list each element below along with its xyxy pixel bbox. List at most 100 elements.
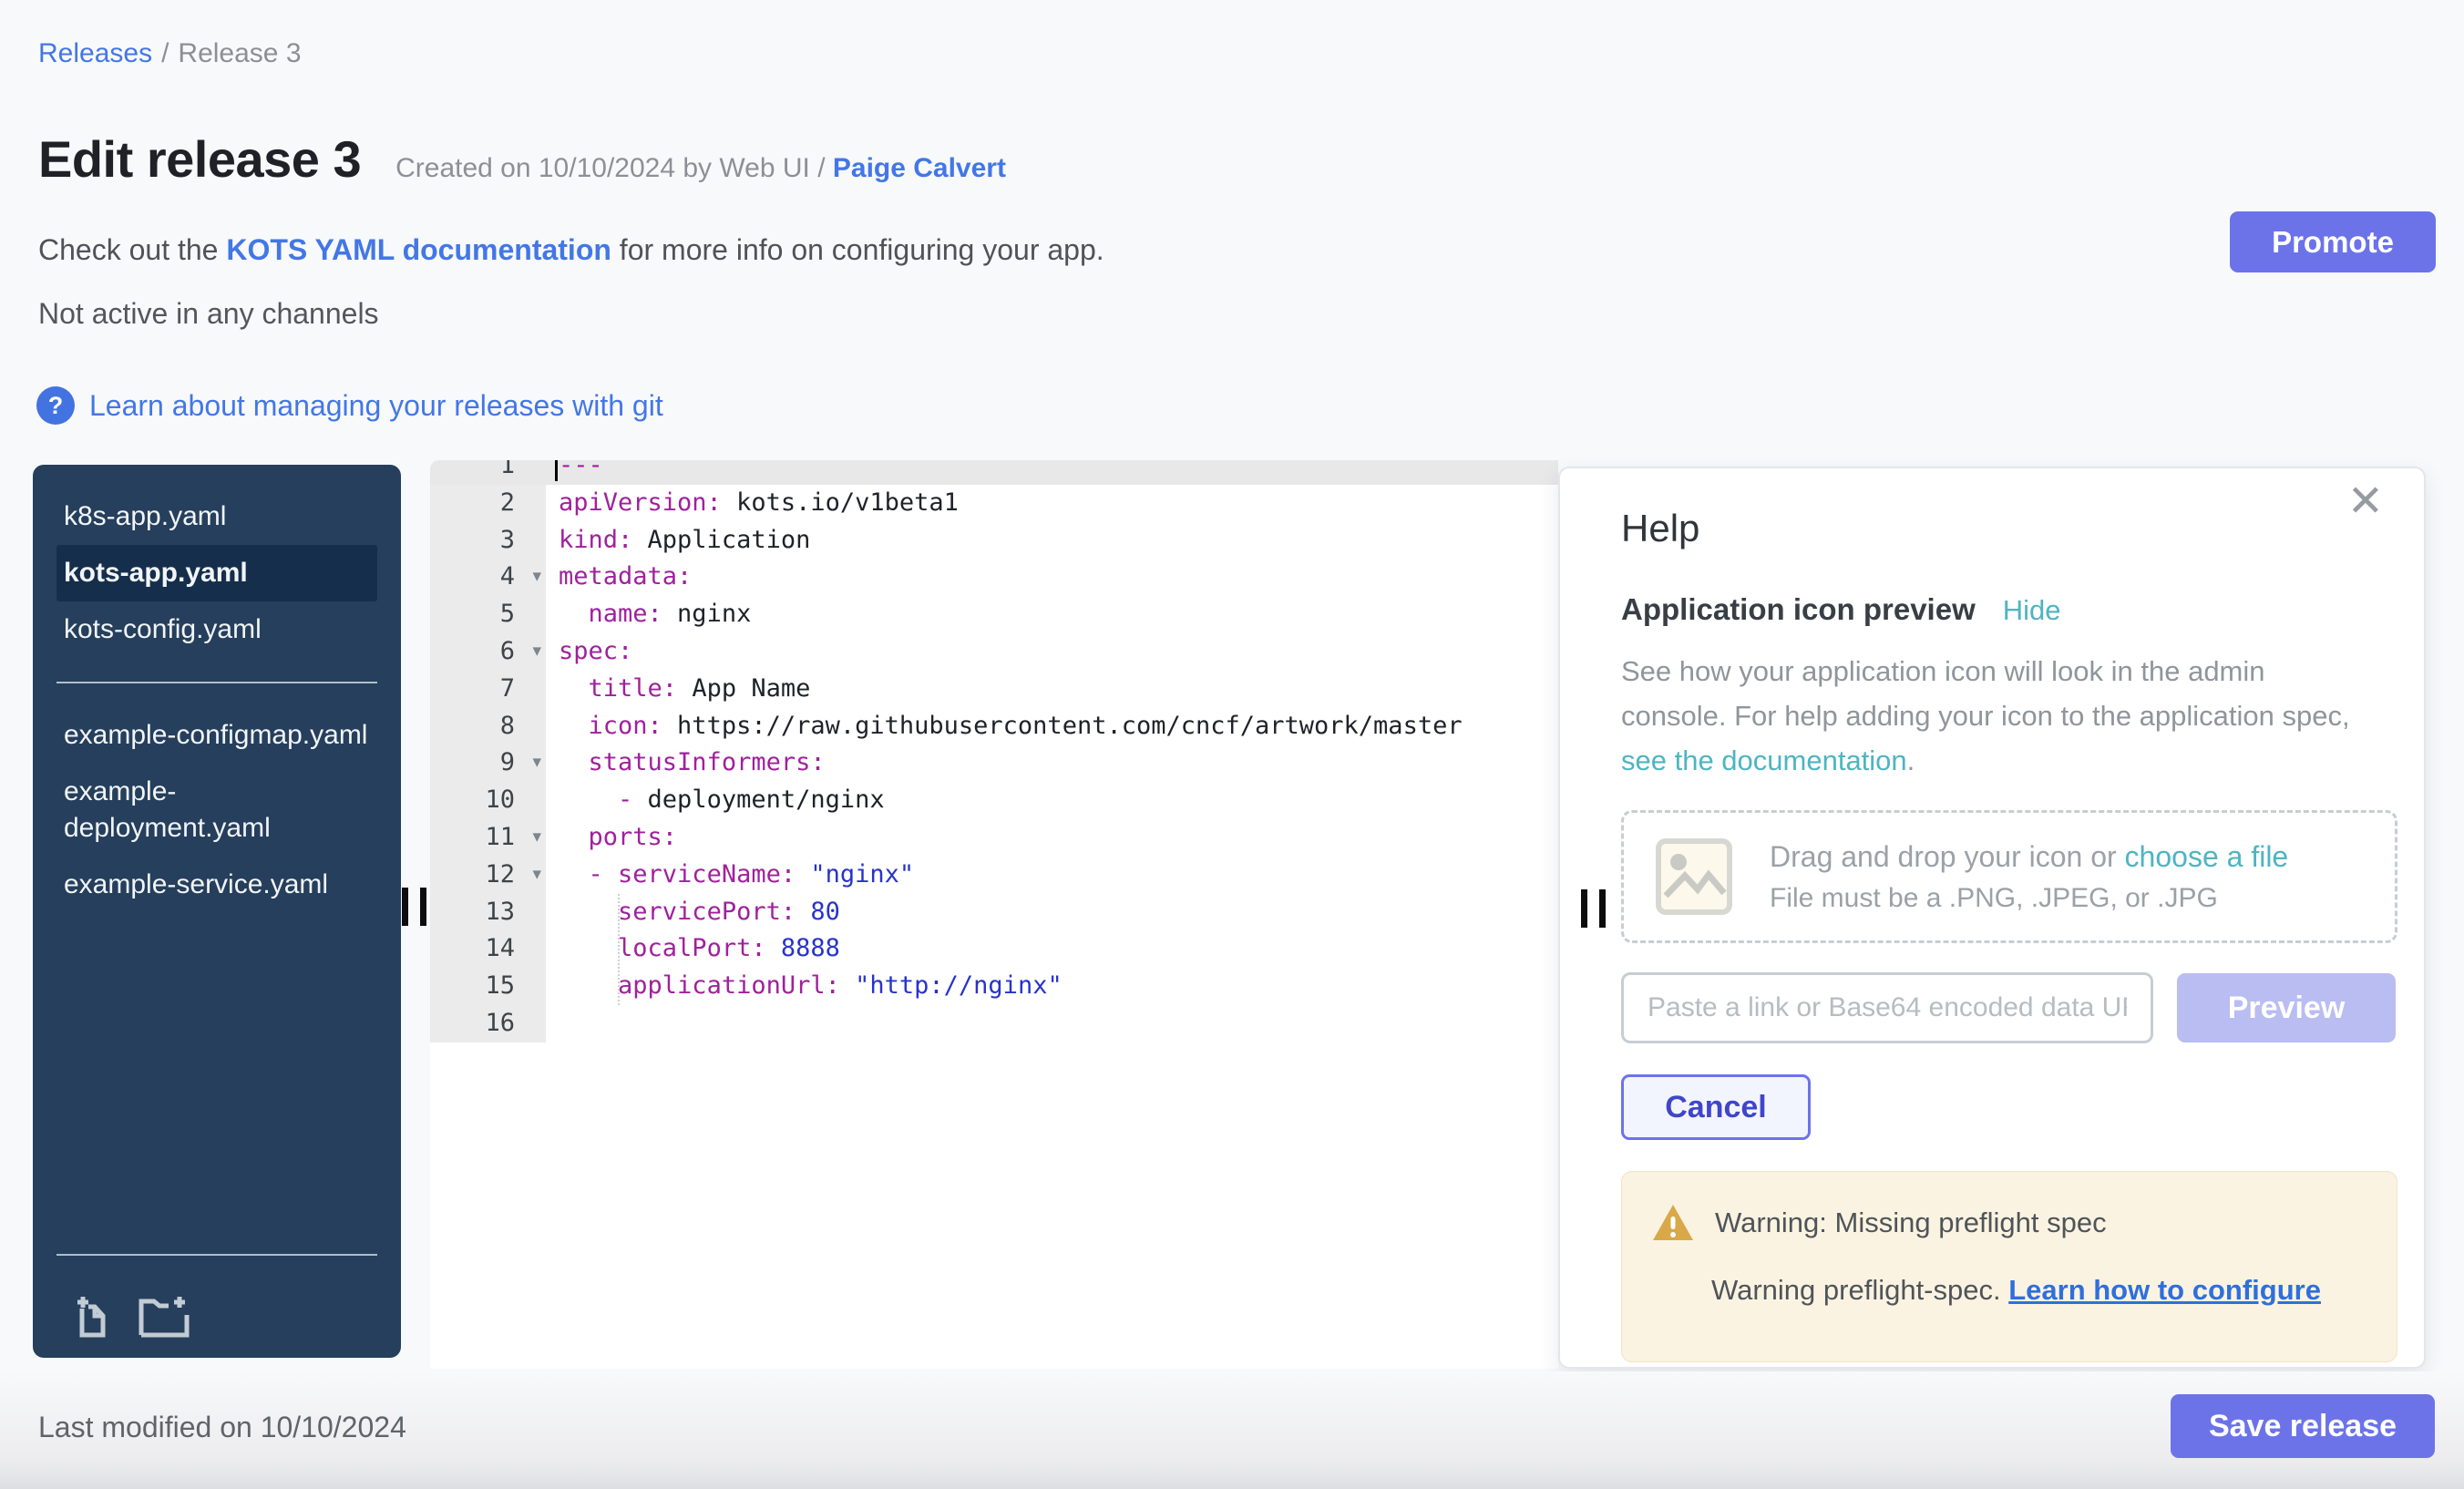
- close-icon[interactable]: ✕: [2347, 476, 2384, 527]
- sidebar-item-example-service-yaml[interactable]: example-service.yaml: [56, 857, 377, 913]
- code-line-3[interactable]: 3kind: Application: [430, 522, 1558, 560]
- new-file-icon[interactable]: [75, 1294, 117, 1340]
- resize-bar: [1599, 889, 1606, 928]
- fold-arrow-icon[interactable]: ▾: [532, 744, 541, 782]
- description-pre: See how your application icon will look …: [1621, 655, 2350, 732]
- code-line-14[interactable]: 14 localPort: 8888: [430, 930, 1558, 968]
- see-documentation-link[interactable]: see the documentation: [1621, 744, 1907, 776]
- sidebar-bottom-divider: [56, 1254, 377, 1256]
- line-number: 4▾: [430, 559, 546, 596]
- learn-configure-link[interactable]: Learn how to configure: [2008, 1274, 2321, 1306]
- code-text: ports:: [546, 819, 677, 857]
- code-text: apiVersion: kots.io/v1beta1: [546, 485, 959, 522]
- code-text: name: nginx: [546, 596, 751, 633]
- code-line-4[interactable]: 4▾metadata:: [430, 559, 1558, 596]
- icon-url-input[interactable]: [1621, 972, 2153, 1043]
- created-meta: Created on 10/10/2024 by Web UI / Paige …: [395, 153, 1006, 184]
- icon-dropzone[interactable]: Drag and drop your icon or choose a file…: [1621, 810, 2397, 943]
- code-line-11[interactable]: 11▾ ports:: [430, 819, 1558, 857]
- line-number: 3: [430, 522, 546, 560]
- code-line-1[interactable]: 1---: [430, 460, 1558, 485]
- code-line-5[interactable]: 5 name: nginx: [430, 596, 1558, 633]
- warning-body-text: Warning preflight-spec.: [1711, 1274, 2008, 1306]
- doc-line-post: for more info on configuring your app.: [611, 233, 1104, 266]
- icon-preview-section-header: Application icon preview Hide: [1621, 592, 2397, 627]
- sidebar-item-kots-config-yaml[interactable]: kots-config.yaml: [56, 601, 377, 658]
- fold-arrow-icon[interactable]: ▾: [532, 857, 541, 894]
- line-number: 9▾: [430, 744, 546, 782]
- line-number: 16: [430, 1005, 546, 1042]
- image-placeholder-icon: [1655, 837, 1733, 916]
- description-post: .: [1907, 744, 1915, 776]
- dropzone-text: Drag and drop your icon or choose a file…: [1770, 840, 2288, 914]
- code-line-12[interactable]: 12▾ - serviceName: "nginx": [430, 857, 1558, 894]
- code-line-2[interactable]: 2apiVersion: kots.io/v1beta1: [430, 485, 1558, 522]
- code-line-16[interactable]: 16: [430, 1005, 1558, 1042]
- doc-line: Check out the KOTS YAML documentation fo…: [38, 233, 1104, 267]
- code-line-8[interactable]: 8 icon: https://raw.githubusercontent.co…: [430, 708, 1558, 745]
- code-text: servicePort: 80: [546, 894, 840, 931]
- help-panel: ✕ Help Application icon preview Hide See…: [1558, 467, 2426, 1369]
- code-line-13[interactable]: 13 servicePort: 80: [430, 894, 1558, 931]
- code-text: icon: https://raw.githubusercontent.com/…: [546, 708, 1463, 745]
- code-line-15[interactable]: 15 applicationUrl: "http://nginx": [430, 968, 1558, 1005]
- editor-resize-handle[interactable]: [402, 888, 426, 926]
- line-number: 2: [430, 485, 546, 522]
- file-list: k8s-app.yamlkots-app.yamlkots-config.yam…: [33, 465, 401, 913]
- code-text: - serviceName: "nginx": [546, 857, 914, 894]
- breadcrumb: Releases/Release 3: [38, 38, 302, 69]
- dropzone-sub-text: File must be a .PNG, .JPEG, or .JPG: [1770, 883, 2288, 914]
- new-folder-icon[interactable]: [139, 1294, 191, 1340]
- git-link-label: Learn about managing your releases with …: [89, 389, 663, 423]
- breadcrumb-releases-link[interactable]: Releases: [38, 38, 152, 68]
- code-line-7[interactable]: 7 title: App Name: [430, 671, 1558, 708]
- title-row: Edit release 3 Created on 10/10/2024 by …: [38, 129, 1006, 189]
- warning-icon: [1651, 1203, 1695, 1243]
- code-text: [546, 1005, 559, 1042]
- line-number: 6▾: [430, 633, 546, 671]
- code-line-10[interactable]: 10 - deployment/nginx: [430, 782, 1558, 819]
- sidebar-item-example-configmap-yaml[interactable]: example-configmap.yaml: [56, 707, 377, 764]
- file-sidebar: k8s-app.yamlkots-app.yamlkots-config.yam…: [33, 465, 401, 1358]
- help-panel-title: Help: [1621, 507, 2397, 550]
- choose-file-link[interactable]: choose a file: [2125, 840, 2289, 873]
- line-number: 11▾: [430, 819, 546, 857]
- code-line-9[interactable]: 9▾ statusInformers:: [430, 744, 1558, 782]
- save-release-button[interactable]: Save release: [2171, 1394, 2435, 1458]
- doc-line-pre: Check out the: [38, 233, 226, 266]
- yaml-editor[interactable]: 1---2apiVersion: kots.io/v1beta13kind: A…: [430, 460, 1558, 1369]
- fold-arrow-icon[interactable]: ▾: [532, 633, 541, 671]
- code-line-6[interactable]: 6▾spec:: [430, 633, 1558, 671]
- sidebar-item-example-deployment-yaml[interactable]: example-deployment.yaml: [56, 764, 377, 857]
- code-text: kind: Application: [546, 522, 810, 560]
- code-text: metadata:: [546, 559, 692, 596]
- git-help-link[interactable]: ? Learn about managing your releases wit…: [36, 386, 663, 425]
- line-number: 5: [430, 596, 546, 633]
- preview-button[interactable]: Preview: [2177, 973, 2396, 1042]
- sidebar-item-kots-app-yaml[interactable]: kots-app.yaml: [56, 545, 377, 601]
- created-author-link[interactable]: Paige Calvert: [833, 153, 1006, 183]
- breadcrumb-current: Release 3: [178, 38, 301, 68]
- created-text: Created on 10/10/2024 by Web UI /: [395, 153, 833, 183]
- dropzone-main-text: Drag and drop your icon or: [1770, 840, 2125, 873]
- fold-arrow-icon[interactable]: ▾: [532, 819, 541, 857]
- fold-arrow-icon[interactable]: ▾: [532, 559, 541, 596]
- promote-button[interactable]: Promote: [2230, 211, 2436, 272]
- hide-link[interactable]: Hide: [2003, 594, 2061, 627]
- line-number: 13: [430, 894, 546, 931]
- line-number: 10: [430, 782, 546, 819]
- line-number: 8: [430, 708, 546, 745]
- resize-bar: [402, 888, 408, 926]
- cancel-button[interactable]: Cancel: [1621, 1074, 1811, 1140]
- sidebar-item-k8s-app-yaml[interactable]: k8s-app.yaml: [56, 488, 377, 545]
- indent-guide: [618, 894, 620, 1005]
- kots-yaml-doc-link[interactable]: KOTS YAML documentation: [226, 233, 611, 266]
- line-number: 14: [430, 930, 546, 968]
- line-number: 15: [430, 968, 546, 1005]
- warning-header: Warning: Missing preflight spec: [1651, 1203, 2369, 1243]
- code-text: spec:: [546, 633, 632, 671]
- help-panel-resize-handle[interactable]: [1581, 889, 1606, 928]
- sidebar-actions: [75, 1294, 191, 1340]
- code-text: title: App Name: [546, 671, 810, 708]
- page-title: Edit release 3: [38, 129, 361, 189]
